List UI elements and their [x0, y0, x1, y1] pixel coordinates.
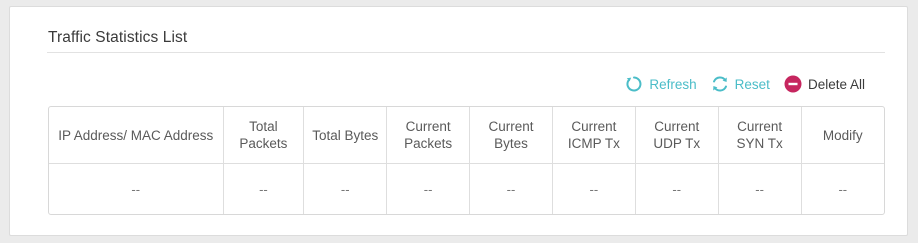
minus-circle-icon: [784, 75, 802, 93]
refresh-button[interactable]: Refresh: [625, 75, 697, 93]
traffic-statistics-table: IP Address/ MAC Address Total Packets To…: [48, 106, 885, 215]
refresh-label: Refresh: [649, 76, 697, 92]
column-header: Total Bytes: [303, 107, 388, 164]
table-cell: --: [303, 163, 388, 214]
table-cell: --: [386, 163, 471, 214]
delete-all-button[interactable]: Delete All: [784, 75, 865, 93]
table-cell: --: [552, 163, 636, 214]
table-cell: --: [635, 163, 719, 214]
column-header: Current Packets: [386, 107, 471, 164]
title-divider: [47, 52, 885, 53]
refresh-icon: [625, 75, 643, 93]
column-header: IP Address/ MAC Address: [49, 107, 224, 164]
column-header: Current SYN Tx: [718, 107, 802, 164]
reset-label: Reset: [734, 76, 770, 92]
table-cell: --: [838, 181, 848, 197]
column-header: Current UDP Tx: [635, 107, 719, 164]
column-header: Total Packets: [223, 107, 305, 164]
section-title: Traffic Statistics List: [48, 29, 188, 46]
delete-all-label: Delete All: [807, 76, 865, 92]
reset-icon: [711, 75, 729, 93]
column-header: Modify: [801, 107, 884, 164]
column-header: Current ICMP Tx: [552, 107, 636, 164]
table-header-row: IP Address/ MAC Address Total Packets To…: [49, 107, 884, 164]
table-row: -- -- -- -- -- -- -- -- --: [49, 163, 884, 214]
table-cell: --: [718, 163, 802, 214]
column-header: Current Bytes: [469, 107, 553, 164]
table-toolbar: Refresh Reset Delete All: [625, 75, 865, 93]
table-cell: --: [469, 163, 553, 214]
table-cell: --: [49, 163, 224, 214]
traffic-statistics-panel: Traffic Statistics List Refresh Reset De…: [9, 6, 908, 236]
reset-button[interactable]: Reset: [711, 75, 770, 93]
table-cell: --: [223, 163, 305, 214]
